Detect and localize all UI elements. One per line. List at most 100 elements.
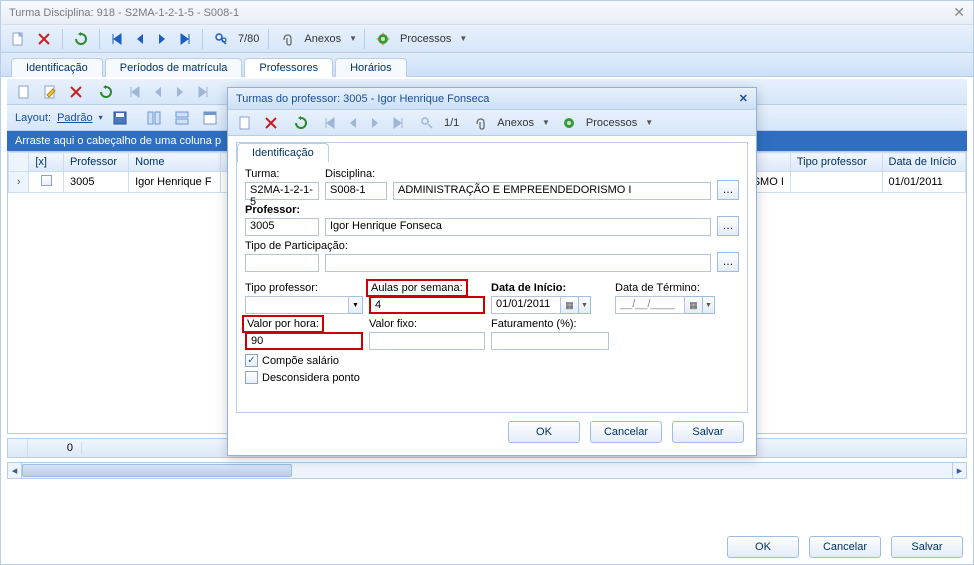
turma-field[interactable]: S2MA-1-2-1-5 <box>245 182 319 200</box>
processos-label[interactable]: Processos <box>398 33 453 45</box>
window-titlebar: Turma Disciplina: 918 - S2MA-1-2-1-5 - S… <box>1 1 973 25</box>
desconsidera-ponto-checkbox[interactable]: Desconsidera ponto <box>245 371 739 384</box>
ellipsis-button[interactable]: … <box>717 252 739 272</box>
dialog-processos-label[interactable]: Processos <box>584 117 639 129</box>
grid-col-professor[interactable]: Professor <box>63 153 128 172</box>
grid-prev-icon[interactable] <box>149 84 167 100</box>
window-title: Turma Disciplina: 918 - S2MA-1-2-1-5 - S… <box>9 7 239 19</box>
edit-row-icon[interactable] <box>39 83 61 101</box>
grid-col-rowhead[interactable] <box>9 153 29 172</box>
refresh-icon[interactable] <box>290 114 312 132</box>
disciplina-nome-field[interactable]: ADMINISTRAÇÃO E EMPREENDEDORISMO I <box>393 182 711 200</box>
refresh-grid-icon[interactable] <box>95 83 117 101</box>
chevron-down-icon[interactable]: ▼ <box>579 296 591 314</box>
tipo-professor-select[interactable] <box>245 296 349 314</box>
tab-horarios[interactable]: Horários <box>335 58 407 77</box>
chevron-down-icon[interactable]: ▼ <box>349 296 363 314</box>
tab-professores[interactable]: Professores <box>244 58 333 77</box>
last-icon[interactable] <box>388 115 408 131</box>
chevron-down-icon[interactable]: ▼ <box>703 296 715 314</box>
data-termino-field[interactable]: __/__/____ <box>615 296 685 314</box>
new-row-icon[interactable] <box>13 83 35 101</box>
grid-col-data-inicio[interactable]: Data de Início <box>882 153 966 172</box>
export-icon[interactable] <box>199 109 221 127</box>
prev-icon[interactable] <box>344 115 362 131</box>
grid-col-check[interactable]: [x] <box>29 153 64 172</box>
anexos-label[interactable]: Anexos <box>302 33 343 45</box>
chevron-down-icon[interactable]: ▼ <box>349 34 357 43</box>
dialog-anexos-label[interactable]: Anexos <box>495 117 536 129</box>
aulas-semana-field[interactable]: 4 <box>369 296 485 314</box>
next-icon[interactable] <box>153 31 171 47</box>
row-checkbox[interactable] <box>29 172 64 193</box>
chevron-down-icon[interactable]: ▼ <box>645 118 653 127</box>
delete-row-icon[interactable] <box>65 83 87 101</box>
dialog-ok-button[interactable]: OK <box>508 421 580 443</box>
ellipsis-button[interactable]: … <box>717 180 739 200</box>
data-inicio-field[interactable]: 01/01/2011 <box>491 296 561 314</box>
checkbox-icon <box>245 371 258 384</box>
professor-nome-field[interactable]: Igor Henrique Fonseca <box>325 218 711 236</box>
search-icon[interactable] <box>210 30 232 48</box>
compoe-salario-checkbox[interactable]: ✓ Compõe salário <box>245 354 739 367</box>
dialog-tab-identificacao[interactable]: Identificação <box>237 143 329 162</box>
valor-hora-field[interactable]: 90 <box>245 332 363 350</box>
salvar-button[interactable]: Salvar <box>891 536 963 558</box>
dialog-salvar-button[interactable]: Salvar <box>672 421 744 443</box>
calendar-icon[interactable]: ▦ <box>561 296 579 314</box>
attachment-icon[interactable] <box>469 114 491 132</box>
grid-next-icon[interactable] <box>171 84 189 100</box>
ok-button[interactable]: OK <box>727 536 799 558</box>
professor-cod-field[interactable]: 3005 <box>245 218 319 236</box>
search-icon[interactable] <box>416 114 438 132</box>
ellipsis-button[interactable]: … <box>717 216 739 236</box>
tipo-participacao-nome-field[interactable] <box>325 254 711 272</box>
delete-icon[interactable] <box>33 30 55 48</box>
row-selector-icon[interactable]: › <box>9 172 29 193</box>
close-icon[interactable]: ✕ <box>953 4 965 21</box>
main-button-row: OK Cancelar Salvar <box>727 536 963 558</box>
next-icon[interactable] <box>366 115 384 131</box>
scroll-left-icon[interactable]: ◂ <box>8 463 22 478</box>
process-icon[interactable] <box>372 30 394 48</box>
grid-first-icon[interactable] <box>125 84 145 100</box>
faturamento-field[interactable] <box>491 332 609 350</box>
grid-last-icon[interactable] <box>193 84 213 100</box>
row-tipo-professor[interactable] <box>790 172 882 193</box>
disciplina-cod-field[interactable]: S008-1 <box>325 182 387 200</box>
dialog-cancelar-button[interactable]: Cancelar <box>590 421 662 443</box>
last-icon[interactable] <box>175 31 195 47</box>
calendar-icon[interactable]: ▦ <box>685 296 703 314</box>
horizontal-scrollbar[interactable]: ◂ ▸ <box>7 462 967 479</box>
chevron-down-icon[interactable]: ▼ <box>459 34 467 43</box>
new-icon[interactable] <box>234 114 256 132</box>
grid-col-nome[interactable]: Nome <box>129 153 221 172</box>
first-icon[interactable] <box>107 31 127 47</box>
close-icon[interactable]: ✕ <box>739 92 748 105</box>
tab-periodos[interactable]: Períodos de matrícula <box>105 58 243 77</box>
tipo-participacao-cod-field[interactable] <box>245 254 319 272</box>
main-tabstrip: Identificação Períodos de matrícula Prof… <box>1 53 973 77</box>
scroll-thumb[interactable] <box>22 464 292 477</box>
refresh-icon[interactable] <box>70 30 92 48</box>
attachment-icon[interactable] <box>276 30 298 48</box>
delete-icon[interactable] <box>260 114 282 132</box>
layout-dropdown-icon[interactable]: ▾ <box>99 113 103 122</box>
scroll-right-icon[interactable]: ▸ <box>952 463 966 478</box>
rows-icon[interactable] <box>171 109 193 127</box>
first-icon[interactable] <box>320 115 340 131</box>
cols-icon[interactable] <box>143 109 165 127</box>
grid-col-tipo-professor[interactable]: Tipo professor <box>790 153 882 172</box>
row-professor[interactable]: 3005 <box>63 172 128 193</box>
chevron-down-icon[interactable]: ▼ <box>542 118 550 127</box>
process-icon[interactable] <box>558 114 580 132</box>
layout-value-link[interactable]: Padrão <box>57 112 92 124</box>
cancelar-button[interactable]: Cancelar <box>809 536 881 558</box>
tab-identificacao[interactable]: Identificação <box>11 58 103 77</box>
row-data-inicio[interactable]: 01/01/2011 <box>882 172 966 193</box>
prev-icon[interactable] <box>131 31 149 47</box>
layout-save-icon[interactable] <box>109 109 131 127</box>
valor-fixo-field[interactable] <box>369 332 485 350</box>
new-icon[interactable] <box>7 30 29 48</box>
row-nome[interactable]: Igor Henrique F <box>129 172 221 193</box>
